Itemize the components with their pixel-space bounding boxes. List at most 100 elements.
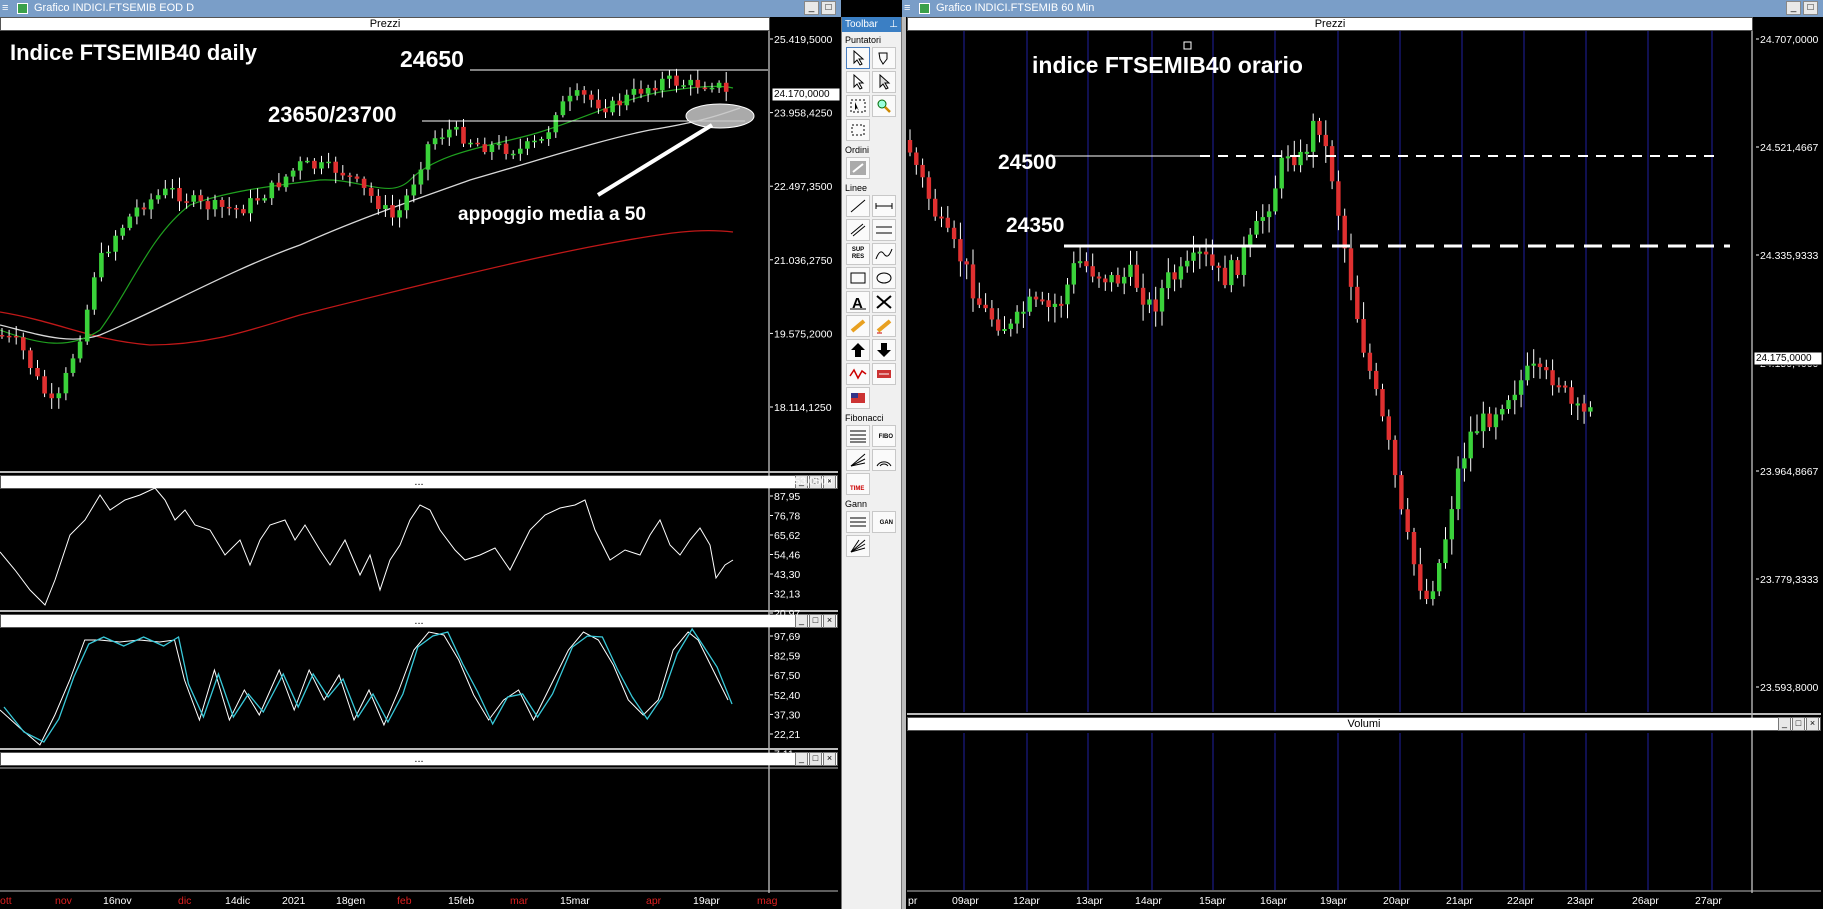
pointer-icon[interactable] bbox=[846, 47, 870, 69]
flag-alt-icon[interactable] bbox=[846, 387, 870, 409]
candle-body bbox=[610, 100, 615, 113]
fibo-label: FIBO bbox=[878, 434, 893, 440]
horizontal-line-icon[interactable] bbox=[872, 195, 896, 217]
pane-minimize-button[interactable]: _ bbox=[1778, 717, 1791, 731]
pane-maximize-button[interactable]: □ bbox=[809, 614, 822, 628]
rectangle-icon[interactable] bbox=[846, 267, 870, 289]
candle-body bbox=[1311, 120, 1316, 152]
date-label: 23apr bbox=[1567, 895, 1594, 907]
stochastic-lines bbox=[0, 627, 733, 746]
left-window-titlebar[interactable]: ≡ Grafico INDICI.FTSEMIB EOD D _ □ bbox=[0, 0, 841, 17]
right-window-titlebar[interactable]: ≡ Grafico INDICI.FTSEMIB 60 Min _ □ bbox=[902, 0, 1823, 17]
pane-close-button[interactable]: × bbox=[823, 475, 836, 489]
candle-body bbox=[1506, 400, 1511, 410]
current-price-label: 24.170,0000 bbox=[774, 89, 830, 100]
channel-icon[interactable] bbox=[846, 219, 870, 241]
pin-icon[interactable]: ⊥ bbox=[889, 17, 898, 32]
parallel-lines-icon[interactable] bbox=[872, 219, 896, 241]
gann-grid-icon[interactable] bbox=[846, 511, 870, 533]
candle-body bbox=[113, 235, 118, 252]
minimize-button[interactable]: _ bbox=[804, 1, 819, 15]
fibo-time-icon[interactable]: TIME bbox=[846, 473, 870, 495]
candle-body bbox=[964, 261, 969, 265]
candle-body bbox=[1575, 403, 1580, 406]
axis-label: 67,50 bbox=[774, 670, 800, 682]
menu-icon[interactable]: ≡ bbox=[2, 3, 14, 14]
fibo-retracement-icon[interactable] bbox=[846, 425, 870, 447]
candle-body bbox=[1304, 151, 1310, 154]
select-hand-icon[interactable] bbox=[872, 47, 896, 69]
candle-body bbox=[1569, 387, 1574, 404]
right-window-title: Grafico INDICI.FTSEMIB 60 Min bbox=[936, 2, 1095, 14]
candle-body bbox=[184, 201, 189, 203]
curve-icon[interactable] bbox=[872, 243, 896, 265]
candle-body bbox=[1493, 414, 1499, 428]
candle-body bbox=[404, 195, 409, 211]
trendline-icon[interactable] bbox=[846, 195, 870, 217]
candle-body bbox=[305, 160, 310, 163]
candle-body bbox=[439, 137, 445, 139]
maximize-button[interactable]: □ bbox=[1803, 1, 1818, 15]
arrow-up-icon[interactable] bbox=[846, 339, 870, 361]
candle-body bbox=[716, 82, 722, 88]
pane-close-button[interactable]: × bbox=[823, 614, 836, 628]
text-icon[interactable]: A bbox=[846, 291, 870, 313]
maximize-button[interactable]: □ bbox=[821, 1, 836, 15]
ellipse-icon[interactable] bbox=[872, 267, 896, 289]
order-icon[interactable] bbox=[846, 157, 870, 179]
section-label: Linee bbox=[845, 183, 868, 193]
flag-icon[interactable] bbox=[872, 363, 896, 385]
fibo-arc-icon[interactable] bbox=[872, 449, 896, 471]
left-window-title: Grafico INDICI.FTSEMIB EOD D bbox=[34, 2, 195, 14]
pane-minimize-button[interactable]: _ bbox=[795, 752, 808, 766]
menu-icon[interactable]: ≡ bbox=[904, 3, 916, 14]
candle-body bbox=[695, 79, 701, 88]
zoom-icon[interactable] bbox=[872, 95, 896, 117]
pane-minimize-button[interactable]: _ bbox=[795, 475, 808, 489]
candle-body bbox=[667, 75, 672, 79]
candle-body bbox=[312, 160, 317, 169]
candle-body bbox=[1115, 275, 1121, 284]
pane-minimize-button[interactable]: _ bbox=[795, 614, 808, 628]
wave-icon[interactable] bbox=[846, 363, 870, 385]
minimize-button[interactable]: _ bbox=[1786, 1, 1801, 15]
cursor-icon[interactable] bbox=[846, 71, 870, 93]
pane-maximize-button[interactable]: □ bbox=[1792, 717, 1805, 731]
candle-body bbox=[290, 170, 296, 177]
pane-maximize-button[interactable]: □ bbox=[809, 752, 822, 766]
fibo-extension-icon[interactable]: FIBO bbox=[872, 425, 896, 447]
fibo-fan-icon[interactable] bbox=[846, 449, 870, 471]
axis-label: 23.958,4250 bbox=[774, 108, 833, 120]
pane-close-button[interactable]: × bbox=[1806, 717, 1819, 731]
gann-square-icon[interactable]: GAN bbox=[872, 511, 896, 533]
gann-fan-icon[interactable] bbox=[846, 535, 870, 557]
rsi-pane-title: ... bbox=[414, 476, 424, 488]
axis-label: 54,46 bbox=[774, 550, 800, 562]
pane-maximize-button[interactable]: □ bbox=[809, 475, 822, 489]
pencil-icon[interactable] bbox=[846, 315, 870, 337]
cursor-plus-icon[interactable] bbox=[872, 71, 896, 93]
candle-body bbox=[447, 129, 452, 138]
candle-body bbox=[425, 144, 431, 170]
crosshair-cursor-icon[interactable] bbox=[846, 95, 870, 117]
hourly-date-axis: pr 09apr 12apr 13apr 14apr 15apr 16apr 19apr 20a… bbox=[908, 895, 1722, 907]
candle-body bbox=[1185, 260, 1190, 267]
cross-lines-icon[interactable] bbox=[872, 291, 896, 313]
toolbar-titlebar[interactable]: Toolbar ⊥ bbox=[842, 17, 901, 32]
hourly-chart-canvas[interactable]: 24.707,000024.521,466724.335,933324.150,… bbox=[902, 0, 1823, 909]
candle-body bbox=[631, 88, 637, 95]
candle-body bbox=[1077, 261, 1083, 264]
candle-body bbox=[1046, 300, 1051, 308]
candle-body bbox=[1071, 263, 1076, 285]
support-resistance-icon[interactable]: SUP RES bbox=[846, 243, 870, 265]
arrow-down-icon[interactable] bbox=[872, 339, 896, 361]
axis-label: 52,40 bbox=[774, 690, 800, 702]
candle-body bbox=[1216, 265, 1221, 268]
axis-label: 65,62 bbox=[774, 530, 800, 542]
daily-chart-canvas[interactable]: 25.419,5000 23.958,4250 22.497,3500 21.036,… bbox=[0, 0, 841, 909]
pane-close-button[interactable]: × bbox=[823, 752, 836, 766]
marquee-select-icon[interactable] bbox=[846, 119, 870, 141]
candle-body bbox=[383, 205, 388, 209]
highlighter-icon[interactable] bbox=[872, 315, 896, 337]
toolbar-title: Toolbar bbox=[845, 19, 878, 30]
